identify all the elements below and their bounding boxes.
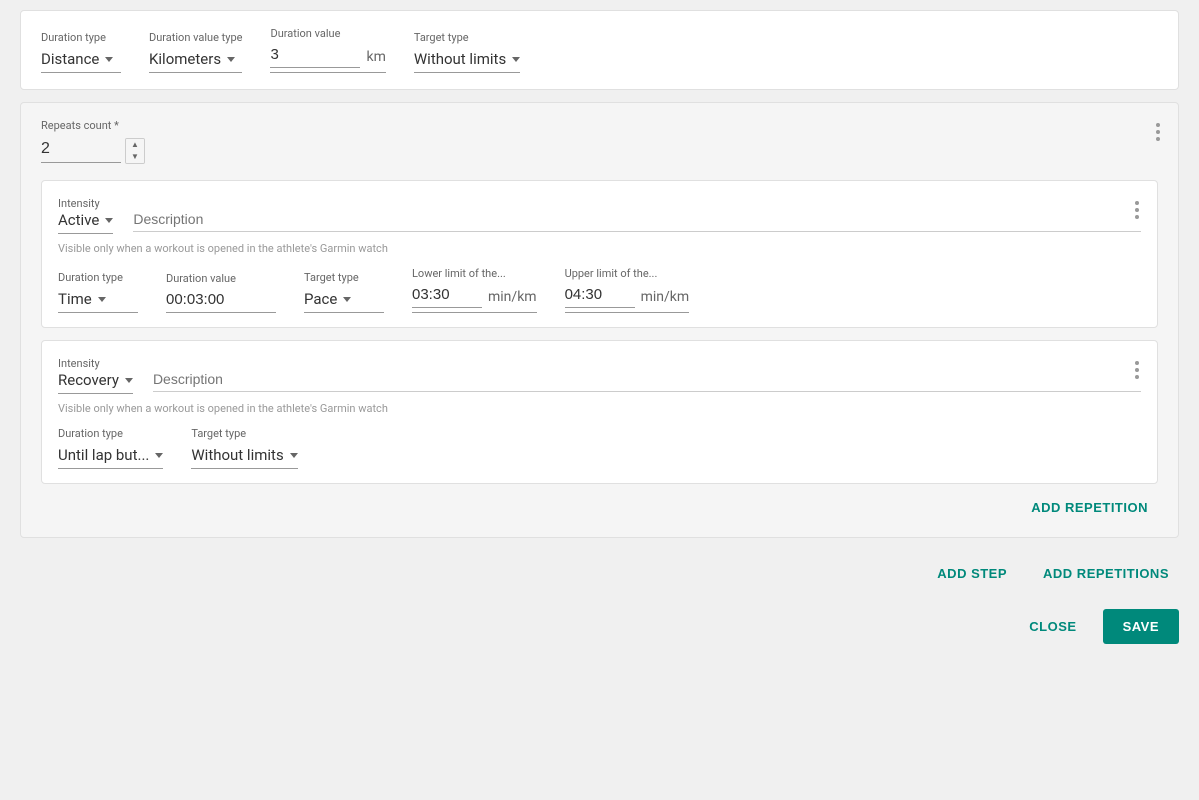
top-duration-value-unit: km (366, 49, 385, 65)
recovery-duration-type-chevron-icon (155, 453, 163, 458)
top-duration-type-label: Duration type (41, 31, 121, 44)
recovery-description-input[interactable] (153, 371, 1141, 392)
active-intensity-label: Intensity (58, 197, 100, 210)
close-button[interactable]: CLOSE (1015, 609, 1090, 644)
active-duration-type-select[interactable]: Time (58, 290, 138, 313)
recovery-step-card: Intensity Recovery Visible only when a w… (41, 340, 1158, 484)
recovery-target-type-label: Target type (191, 427, 297, 440)
active-intensity-select[interactable]: Active (58, 211, 113, 234)
active-duration-value-label: Duration value (166, 272, 276, 285)
top-target-type-select[interactable]: Without limits (414, 50, 520, 73)
active-lower-limit-unit: min/km (488, 289, 537, 305)
dot1 (1135, 361, 1139, 365)
active-target-type-select[interactable]: Pace (304, 290, 384, 313)
active-target-type-label: Target type (304, 271, 384, 284)
top-duration-type-select[interactable]: Distance (41, 50, 121, 73)
active-intensity-value: Active (58, 211, 99, 229)
recovery-step-three-dots-menu[interactable] (1131, 357, 1143, 383)
top-duration-value-field: km (270, 46, 385, 73)
active-upper-limit-unit: min/km (641, 289, 690, 305)
dot2 (1135, 368, 1139, 372)
recovery-intensity-chevron-icon (125, 378, 133, 383)
recovery-duration-type-select[interactable]: Until lap but... (58, 446, 163, 469)
recovery-duration-type-label: Duration type (58, 427, 163, 440)
active-target-type-value: Pace (304, 290, 337, 308)
top-duration-value-type-chevron-icon (227, 57, 235, 62)
active-lower-limit-group: Lower limit of the... min/km (412, 267, 537, 313)
active-target-type-group: Target type Pace (304, 271, 384, 313)
active-upper-limit-field: min/km (565, 286, 690, 313)
active-lower-limit-label: Lower limit of the... (412, 267, 537, 280)
top-target-type-group: Target type Without limits (414, 31, 520, 73)
recovery-intensity-value: Recovery (58, 371, 119, 389)
active-duration-type-label: Duration type (58, 271, 138, 284)
save-bar: CLOSE SAVE (20, 599, 1179, 644)
top-target-type-chevron-icon (512, 57, 520, 62)
dot3 (1156, 137, 1160, 141)
recovery-intensity-label: Intensity (58, 357, 100, 370)
recovery-target-type-select[interactable]: Without limits (191, 446, 297, 469)
top-duration-value-input[interactable] (270, 46, 360, 68)
top-duration-value-type-select[interactable]: Kilometers (149, 50, 242, 73)
dot1 (1135, 201, 1139, 205)
top-duration-type-group: Duration type Distance (41, 31, 121, 73)
dot2 (1135, 208, 1139, 212)
active-duration-type-value: Time (58, 290, 92, 308)
top-duration-value-type-label: Duration value type (149, 31, 242, 44)
active-lower-limit-input[interactable] (412, 286, 482, 308)
dot3 (1135, 215, 1139, 219)
stepper-up-button[interactable]: ▲ (126, 139, 144, 151)
top-duration-value-type-value: Kilometers (149, 50, 221, 68)
top-duration-type-chevron-icon (105, 57, 113, 62)
add-step-button[interactable]: ADD STEP (927, 560, 1017, 587)
active-intensity-chevron-icon (105, 218, 113, 223)
top-target-type-label: Target type (414, 31, 520, 44)
active-upper-limit-label: Upper limit of the... (565, 267, 690, 280)
recovery-duration-type-value: Until lap but... (58, 446, 149, 464)
add-repetitions-button[interactable]: ADD REPETITIONS (1033, 560, 1179, 587)
recovery-target-type-group: Target type Without limits (191, 427, 297, 469)
active-lower-limit-field: min/km (412, 286, 537, 313)
repeats-card: Repeats count * ▲ ▼ Intensity (20, 102, 1179, 538)
active-description-input[interactable] (133, 211, 1141, 232)
top-duration-value-type-group: Duration value type Kilometers (149, 31, 242, 73)
bottom-action-bar: ADD STEP ADD REPETITIONS (20, 550, 1179, 587)
top-duration-value-group: Duration value km (270, 27, 385, 73)
save-button[interactable]: SAVE (1103, 609, 1179, 644)
active-hint-text: Visible only when a workout is opened in… (58, 242, 1141, 255)
active-upper-limit-group: Upper limit of the... min/km (565, 267, 690, 313)
add-repetition-bar: ADD REPETITION (41, 484, 1158, 521)
repeats-stepper[interactable]: ▲ ▼ (125, 138, 145, 164)
add-repetition-button[interactable]: ADD REPETITION (1021, 494, 1158, 521)
recovery-hint-text: Visible only when a workout is opened in… (58, 402, 1141, 415)
dot2 (1156, 130, 1160, 134)
active-step-card: Intensity Active Visible only when a wor… (41, 180, 1158, 328)
repeats-count-label: Repeats count * (41, 119, 1158, 132)
repeats-three-dots-menu[interactable] (1152, 119, 1164, 145)
recovery-duration-type-group: Duration type Until lap but... (58, 427, 163, 469)
recovery-target-type-value: Without limits (191, 446, 283, 464)
recovery-intensity-select[interactable]: Recovery (58, 371, 133, 394)
active-step-three-dots-menu[interactable] (1131, 197, 1143, 223)
active-duration-type-group: Duration type Time (58, 271, 138, 313)
dot3 (1135, 375, 1139, 379)
top-duration-type-value: Distance (41, 50, 99, 68)
active-duration-value-group: Duration value (166, 272, 276, 313)
active-target-type-chevron-icon (343, 297, 351, 302)
recovery-target-type-chevron-icon (290, 453, 298, 458)
repeats-count-group: Repeats count * ▲ ▼ (41, 119, 1158, 164)
top-duration-value-label: Duration value (270, 27, 385, 40)
active-upper-limit-input[interactable] (565, 286, 635, 308)
active-duration-type-chevron-icon (98, 297, 106, 302)
top-target-type-value: Without limits (414, 50, 506, 68)
active-duration-value-input[interactable] (166, 291, 276, 313)
dot1 (1156, 123, 1160, 127)
repeats-count-input[interactable] (41, 140, 121, 163)
stepper-down-button[interactable]: ▼ (126, 151, 144, 163)
